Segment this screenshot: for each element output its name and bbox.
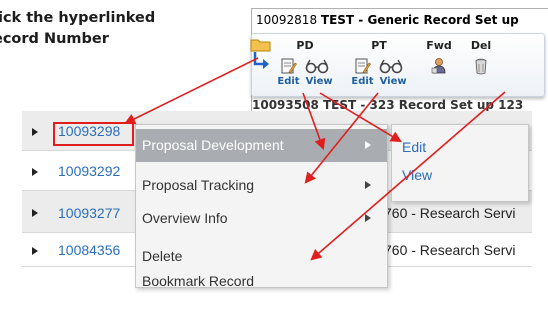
submenu-view[interactable]: View: [402, 167, 432, 183]
action-toolbar: PD Edit View PT Edit View Fwd Del: [251, 33, 545, 97]
record-description: 760 - Research Servi: [384, 242, 516, 258]
proposal-development-submenu: Edit View: [391, 124, 529, 202]
fwd-group: Fwd: [422, 39, 456, 75]
menu-item-label: Bookmark Record: [142, 273, 255, 289]
instruction-callout: lick the hyperlinked ecord Number: [0, 8, 230, 50]
expand-row-icon[interactable]: [32, 168, 38, 176]
pt-heading: PT: [371, 39, 387, 52]
expand-row-icon[interactable]: [32, 247, 38, 255]
submenu-edit[interactable]: Edit: [402, 139, 426, 155]
pd-group: PD Edit View: [274, 39, 336, 88]
menu-item-label: Proposal Tracking: [142, 177, 255, 193]
menu-item-overview-info[interactable]: Overview Info: [136, 202, 387, 235]
pd-edit-link[interactable]: Edit: [277, 75, 299, 88]
record-number-link[interactable]: 10084356: [58, 242, 120, 258]
submenu-arrow-icon: [365, 214, 371, 222]
menu-item-label: Overview Info: [142, 210, 228, 226]
menu-item-bookmark-record[interactable]: Bookmark Record: [136, 268, 387, 294]
toolbar-record-number: 10092818: [256, 13, 318, 27]
del-group: Del: [464, 39, 498, 75]
toolbar-record-title: 10092818 TEST - Generic Record Set up: [256, 13, 519, 27]
submenu-arrow-icon: [365, 181, 371, 189]
forward-user-icon[interactable]: [430, 57, 448, 75]
pt-edit-link[interactable]: Edit: [351, 75, 373, 88]
fwd-heading: Fwd: [426, 39, 452, 52]
edit-document-icon[interactable]: [281, 57, 297, 75]
record-number-link[interactable]: 10093292: [58, 163, 120, 179]
instruction-line-1: lick the hyperlinked: [0, 10, 156, 26]
glasses-icon[interactable]: [379, 57, 403, 75]
menu-item-label: Proposal Development: [142, 137, 284, 153]
submenu-arrow-icon: [365, 141, 371, 149]
expand-row-icon[interactable]: [32, 209, 38, 217]
glasses-icon[interactable]: [305, 57, 329, 75]
instruction-line-2: ecord Number: [0, 31, 109, 47]
menu-item-proposal-development[interactable]: Proposal Development: [136, 129, 387, 162]
behind-row-text: 10093508 TEST - 323 Record Set up 123: [252, 98, 524, 112]
record-description: 760 - Research Servi: [384, 205, 516, 221]
folder-arrow-icon: [250, 39, 271, 69]
menu-item-proposal-tracking[interactable]: Proposal Tracking: [136, 169, 387, 202]
pt-group: PT Edit View: [348, 39, 410, 88]
record-number-link[interactable]: 10093277: [58, 205, 120, 221]
del-heading: Del: [470, 39, 492, 52]
expand-row-icon[interactable]: [32, 128, 38, 136]
toolbar-record-name: TEST - Generic Record Set up: [320, 13, 519, 27]
record-context-menu: Proposal Development Proposal Tracking O…: [135, 124, 388, 289]
pd-view-link[interactable]: View: [306, 75, 333, 88]
record-number-highlight: [53, 122, 134, 146]
edit-document-icon[interactable]: [355, 57, 371, 75]
menu-item-label: Delete: [142, 248, 183, 264]
pt-view-link[interactable]: View: [380, 75, 407, 88]
trash-can-icon[interactable]: [474, 57, 488, 75]
pd-heading: PD: [296, 39, 314, 52]
